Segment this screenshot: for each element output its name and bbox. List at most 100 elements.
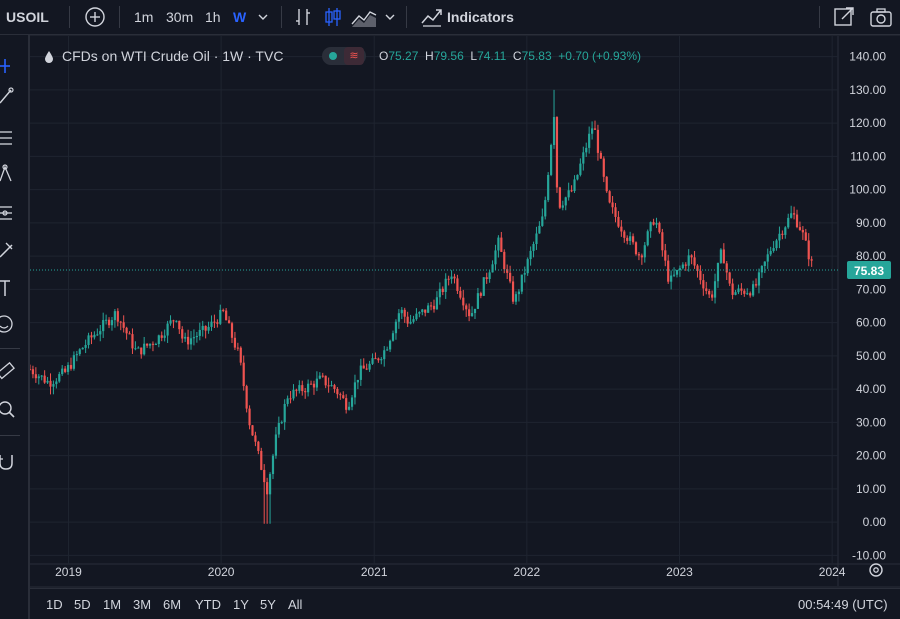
- candle-body: [169, 320, 172, 324]
- candle-body: [336, 388, 339, 395]
- candle-body: [233, 337, 237, 348]
- candle-body: [113, 311, 116, 321]
- symbol-search[interactable]: USOIL: [6, 0, 49, 34]
- range-1y[interactable]: 1Y: [233, 589, 249, 619]
- chevron-down-icon[interactable]: [383, 11, 397, 23]
- range-ytd[interactable]: YTD: [195, 589, 221, 619]
- fib-retracement-icon[interactable]: [0, 127, 20, 149]
- candle-body: [690, 255, 693, 258]
- candle-body: [775, 240, 778, 249]
- candle-body: [84, 345, 87, 348]
- price-axis[interactable]: 140.00 130.00 120.00 110.00 100.00 90.00 80.00…: [849, 50, 886, 563]
- indicators-icon[interactable]: [420, 5, 444, 29]
- indicators-button[interactable]: Indicators: [447, 0, 514, 34]
- candle-body: [102, 320, 105, 332]
- candle-body: [99, 331, 102, 335]
- y-tick-label: 100.00: [849, 183, 886, 197]
- brush-icon[interactable]: [0, 239, 20, 261]
- candle-body: [72, 355, 76, 369]
- top-toolbar: USOIL 1m 30m 1h W Indicators: [0, 0, 900, 35]
- candle-body: [163, 335, 166, 338]
- candle-body: [476, 293, 480, 309]
- toolbar-divider: [69, 6, 70, 28]
- candle-body: [503, 251, 506, 270]
- emoji-icon[interactable]: [0, 313, 20, 335]
- y-tick-label: 30.00: [856, 415, 886, 429]
- y-tick-label: 120.00: [849, 116, 886, 130]
- candles-icon[interactable]: [322, 6, 344, 28]
- bar-chart-icon[interactable]: [292, 6, 314, 28]
- toolbar-divider: [281, 6, 282, 28]
- candle-body: [75, 354, 78, 356]
- legend-title[interactable]: CFDs on WTI Crude Oil · 1W · TVC: [62, 46, 283, 66]
- chevron-down-icon[interactable]: [256, 11, 270, 23]
- candle-body: [429, 305, 433, 307]
- candle-body: [757, 272, 761, 286]
- toolbar-divider: [119, 6, 120, 28]
- candle-body: [31, 369, 35, 375]
- candle-body: [424, 309, 427, 313]
- text-icon[interactable]: [0, 277, 20, 299]
- oil-drop-icon: [45, 51, 53, 63]
- candle-body: [280, 422, 283, 424]
- x-tick-label: 2023: [666, 565, 693, 579]
- candle-body: [482, 277, 485, 296]
- candle-body: [181, 329, 184, 339]
- candle-body: [550, 145, 553, 175]
- candle-body: [576, 174, 579, 180]
- forecast-icon[interactable]: [0, 201, 20, 223]
- trend-line-icon[interactable]: [0, 85, 20, 107]
- x-tick-label: 2021: [361, 565, 388, 579]
- settings-icon[interactable]: [866, 560, 886, 580]
- candle-body: [555, 117, 559, 188]
- candle-body: [629, 236, 632, 241]
- interval-w[interactable]: W: [233, 0, 246, 34]
- candle-body: [716, 262, 720, 282]
- ruler-icon[interactable]: [0, 361, 20, 383]
- candle-body: [640, 255, 643, 258]
- candle-body: [772, 248, 775, 251]
- candle-body: [795, 214, 799, 228]
- y-tick-label: 130.00: [849, 83, 886, 97]
- open-popup-icon[interactable]: [832, 5, 856, 29]
- candle-body: [520, 274, 523, 292]
- candle-body: [151, 343, 155, 345]
- candle-body: [708, 290, 711, 295]
- candle-body: [760, 266, 763, 273]
- chart-pane[interactable]: 75.83 140.00 130.00 120.00 110.00 100.00 90.0…: [30, 36, 900, 586]
- candle-body: [620, 226, 623, 232]
- candle-body: [122, 322, 125, 328]
- zoom-icon[interactable]: [0, 399, 20, 421]
- pattern-icon[interactable]: [0, 163, 20, 185]
- candle-body: [312, 383, 316, 388]
- legend-status-pill[interactable]: ≋: [322, 47, 366, 65]
- range-5d[interactable]: 5D: [74, 589, 91, 619]
- range-1d[interactable]: 1D: [46, 589, 63, 619]
- candle-body: [444, 278, 447, 293]
- candle-body: [634, 242, 638, 255]
- candle-body: [207, 326, 210, 331]
- range-1m[interactable]: 1M: [103, 589, 121, 619]
- grid: [30, 36, 900, 586]
- utc-clock[interactable]: 00:54:49 (UTC): [798, 589, 888, 619]
- time-axis[interactable]: 2019 2020 2021 2022 2023 2024: [55, 565, 846, 579]
- add-symbol-icon[interactable]: [84, 6, 106, 28]
- candle-body: [295, 389, 298, 391]
- area-chart-icon[interactable]: [351, 6, 377, 28]
- camera-icon[interactable]: [868, 5, 894, 29]
- interval-30m[interactable]: 30m: [166, 0, 193, 34]
- interval-1m[interactable]: 1m: [134, 0, 153, 34]
- range-5y[interactable]: 5Y: [260, 589, 276, 619]
- candle-body: [681, 264, 684, 269]
- magnet-icon[interactable]: [0, 451, 20, 473]
- range-6m[interactable]: 6M: [163, 589, 181, 619]
- x-tick-label: 2024: [819, 565, 846, 579]
- candle-body: [558, 187, 561, 208]
- candle-body: [400, 309, 403, 314]
- interval-1h[interactable]: 1h: [205, 0, 221, 34]
- range-3m[interactable]: 3M: [133, 589, 151, 619]
- range-all[interactable]: All: [288, 589, 302, 619]
- candlestick-chart[interactable]: 75.83 140.00 130.00 120.00 110.00 100.00 90.0…: [30, 36, 900, 586]
- candle-body: [456, 278, 459, 291]
- crosshair-icon[interactable]: [0, 55, 20, 77]
